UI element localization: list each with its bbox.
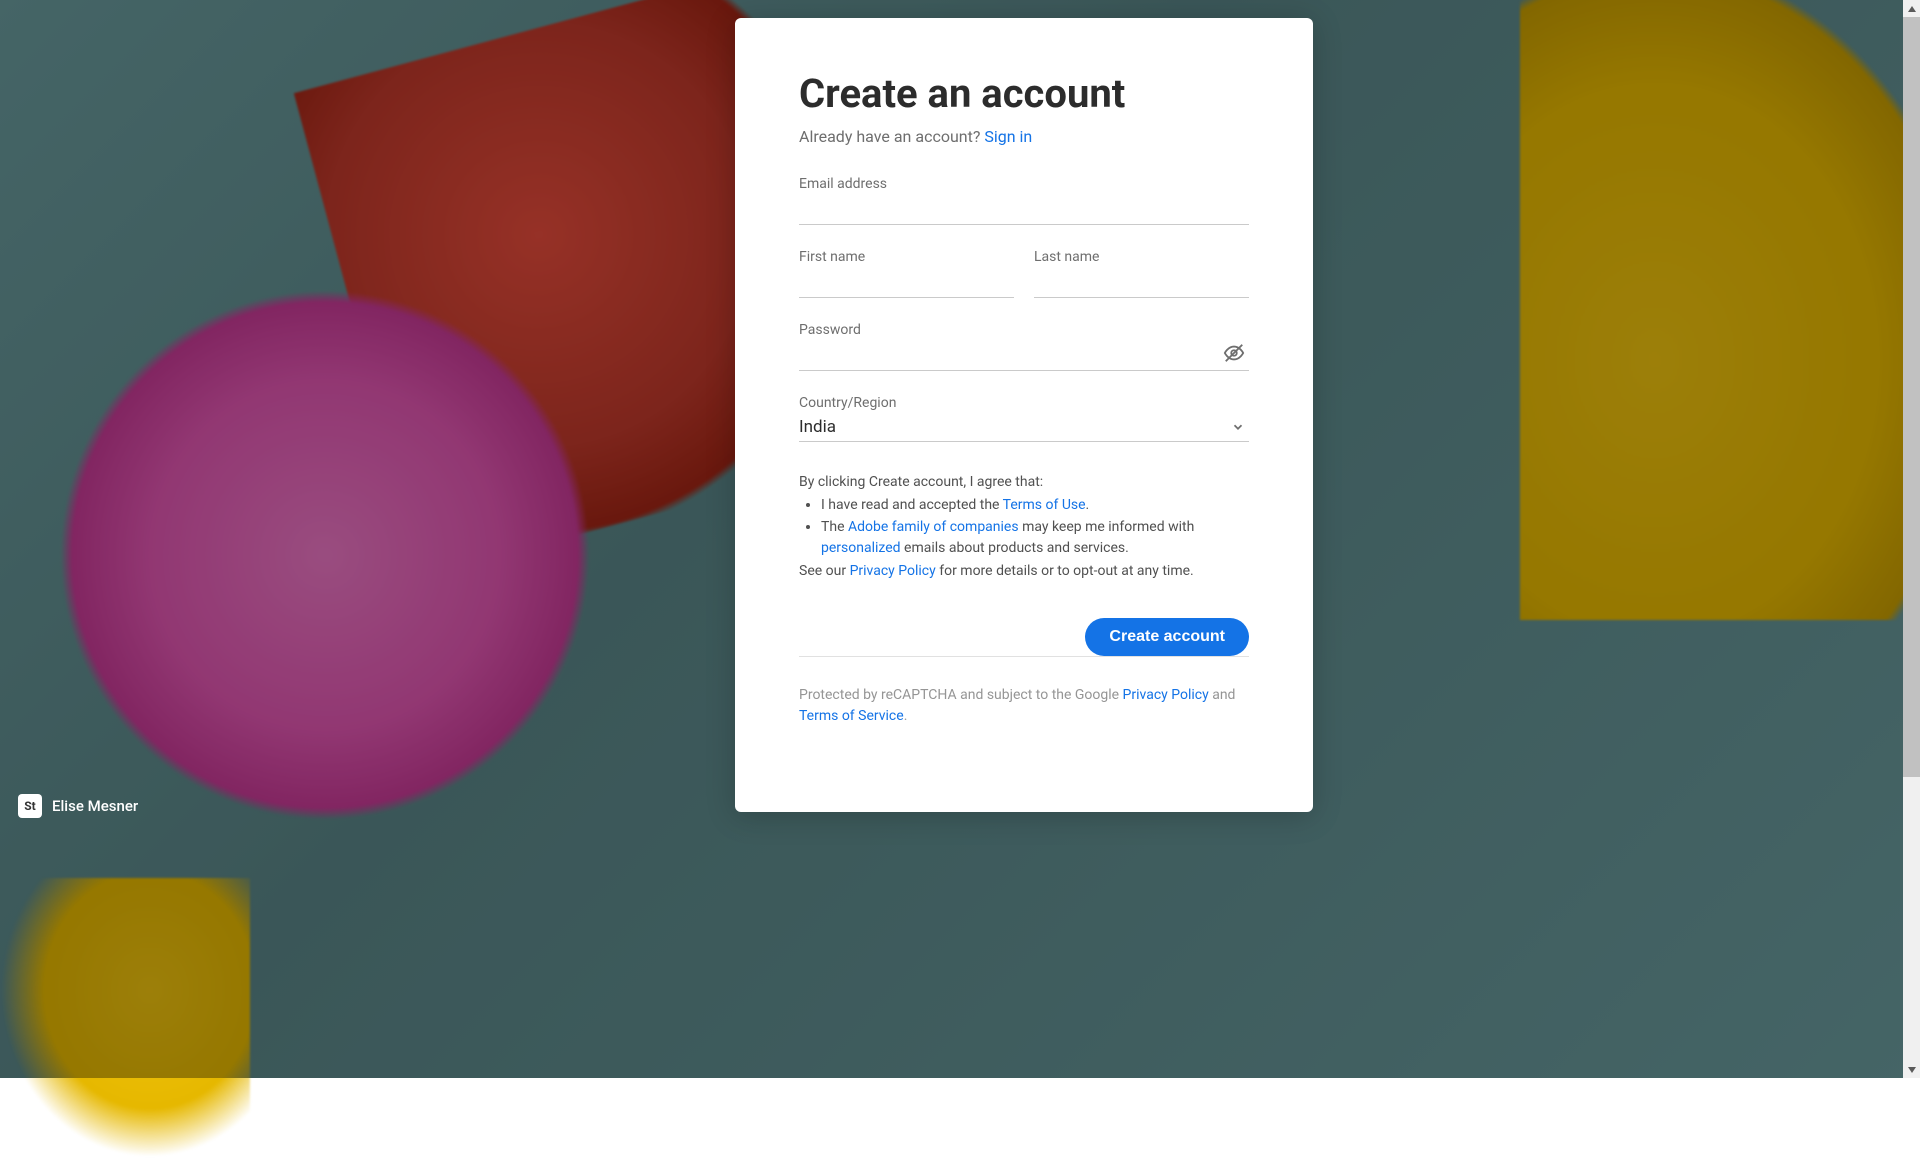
- country-field-group: Country/Region India: [799, 395, 1249, 442]
- google-tos-link[interactable]: Terms of Service: [799, 708, 904, 724]
- name-row: First name Last name: [799, 249, 1249, 322]
- agreement-text: By clicking Create account, I agree that…: [799, 472, 1249, 582]
- personalized-link[interactable]: personalized: [821, 540, 901, 556]
- divider: [799, 656, 1249, 657]
- agreement-item2-mid: may keep me informed with: [1019, 519, 1195, 535]
- lastname-input[interactable]: [1034, 267, 1249, 298]
- attribution-name: Elise Mesner: [52, 797, 138, 815]
- email-field-group: Email address: [799, 176, 1249, 225]
- signup-card: Create an account Already have an accoun…: [735, 18, 1313, 812]
- vertical-scrollbar[interactable]: [1903, 0, 1920, 1078]
- page-title: Create an account: [799, 70, 1249, 117]
- terms-of-use-link[interactable]: Terms of Use: [1003, 497, 1086, 513]
- agreement-see-pre: See our: [799, 563, 850, 579]
- stock-badge-icon: St: [18, 794, 42, 818]
- attribution: St Elise Mesner: [18, 794, 138, 818]
- firstname-label: First name: [799, 249, 1014, 265]
- scroll-down-button[interactable]: [1903, 1061, 1920, 1078]
- google-privacy-link[interactable]: Privacy Policy: [1123, 687, 1209, 703]
- privacy-policy-link[interactable]: Privacy Policy: [850, 563, 936, 579]
- country-label: Country/Region: [799, 395, 1249, 411]
- firstname-input[interactable]: [799, 267, 1014, 298]
- password-input[interactable]: [799, 340, 1249, 371]
- agreement-item1-text: I have read and accepted the: [821, 497, 1003, 513]
- signin-link[interactable]: Sign in: [984, 127, 1032, 146]
- subtitle-text: Already have an account?: [799, 127, 984, 146]
- firstname-field-group: First name: [799, 249, 1014, 298]
- toggle-password-visibility-icon[interactable]: [1223, 342, 1245, 368]
- email-label: Email address: [799, 176, 1249, 192]
- scroll-thumb[interactable]: [1903, 17, 1920, 777]
- lastname-label: Last name: [1034, 249, 1249, 265]
- agreement-item-2: The Adobe family of companies may keep m…: [821, 517, 1249, 559]
- subtitle: Already have an account? Sign in: [799, 127, 1249, 146]
- email-input[interactable]: [799, 194, 1249, 225]
- recaptcha-pre: Protected by reCAPTCHA and subject to th…: [799, 687, 1123, 703]
- create-account-button[interactable]: Create account: [1085, 618, 1249, 656]
- agreement-see-suf: for more details or to opt-out at any ti…: [936, 563, 1194, 579]
- agreement-item2-pre: The: [821, 519, 848, 535]
- country-select[interactable]: India: [799, 413, 1249, 442]
- recaptcha-period: .: [904, 708, 908, 724]
- scroll-up-button[interactable]: [1903, 0, 1920, 17]
- lastname-field-group: Last name: [1034, 249, 1249, 298]
- recaptcha-notice: Protected by reCAPTCHA and subject to th…: [799, 685, 1249, 727]
- recaptcha-and: and: [1209, 687, 1236, 703]
- agreement-item2-suf: emails about products and services.: [901, 540, 1129, 556]
- agreement-item-1: I have read and accepted the Terms of Us…: [821, 495, 1249, 516]
- password-field-group: Password: [799, 322, 1249, 371]
- adobe-family-link[interactable]: Adobe family of companies: [848, 519, 1019, 535]
- password-label: Password: [799, 322, 1249, 338]
- agreement-intro: By clicking Create account, I agree that…: [799, 474, 1043, 490]
